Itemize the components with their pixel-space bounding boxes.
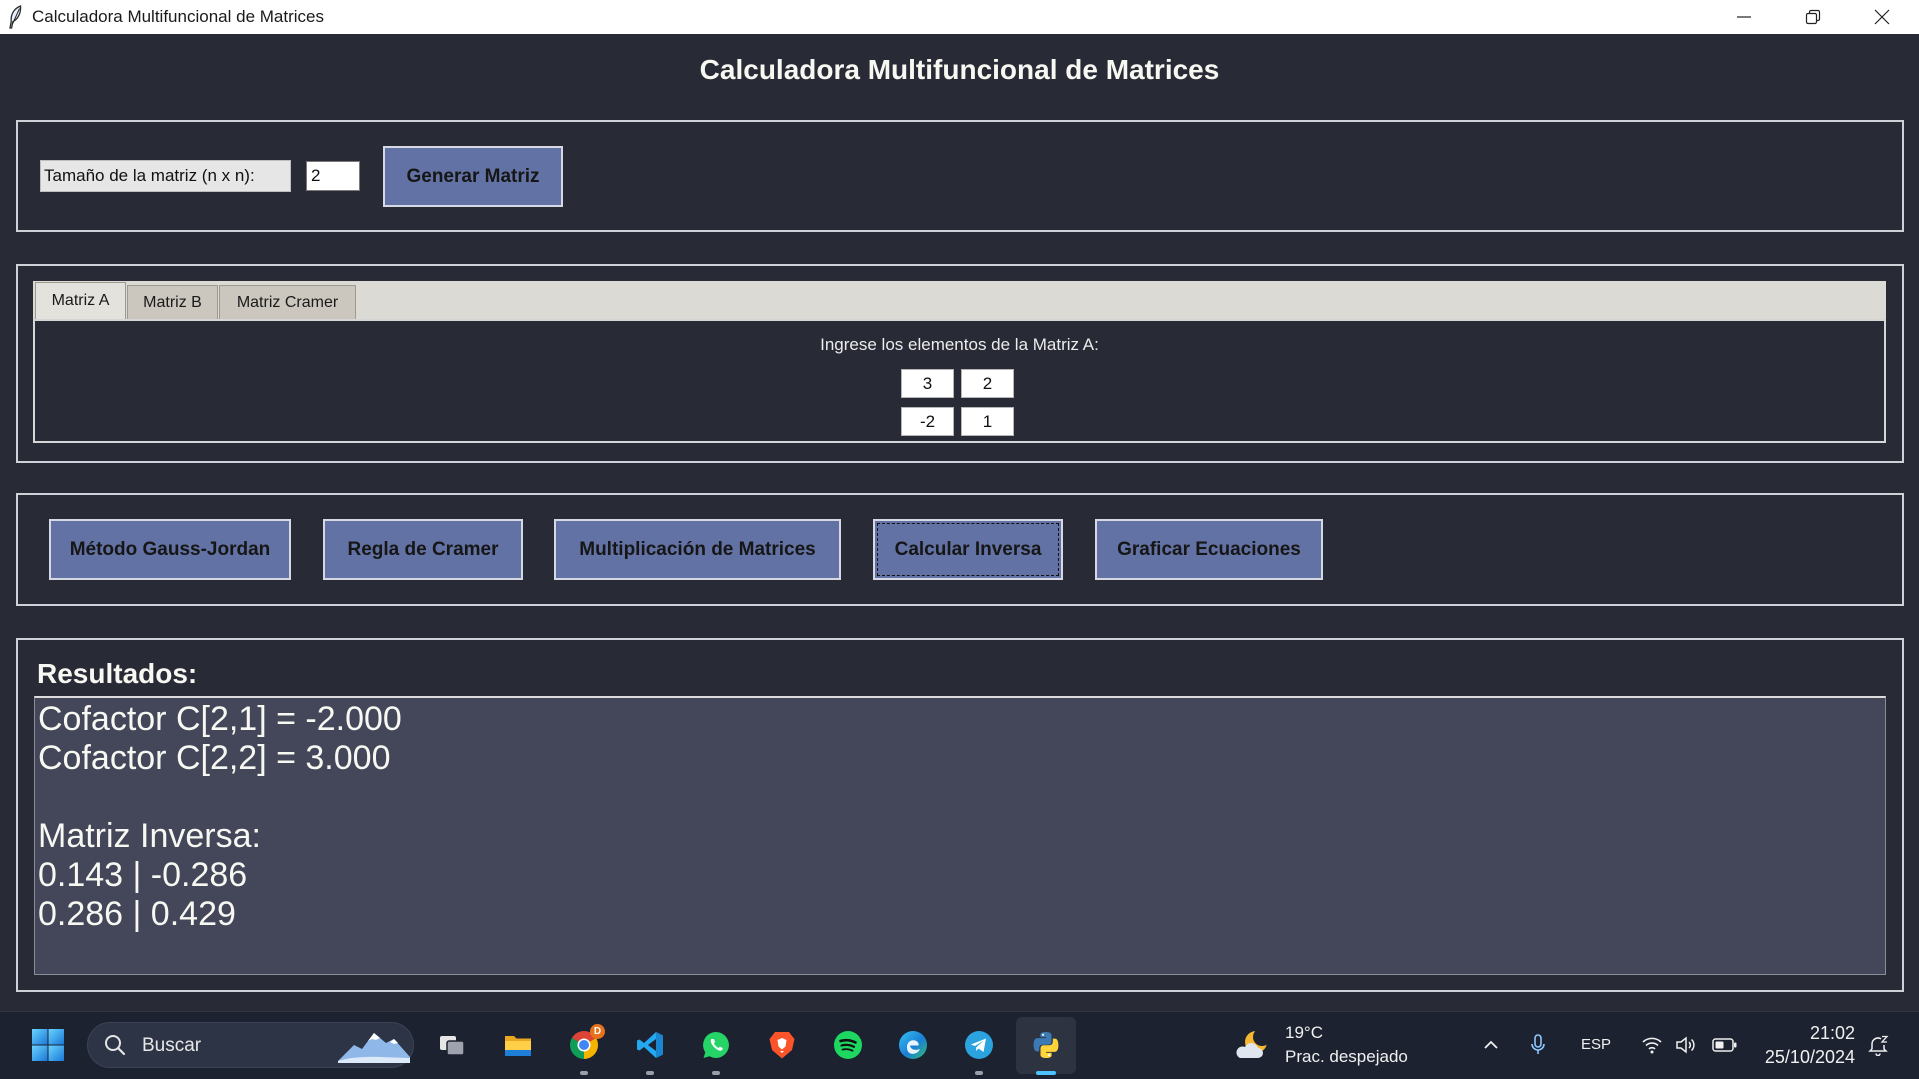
input-language[interactable]: ESP	[1571, 1035, 1621, 1055]
matrix-multiplication-button[interactable]: Multiplicación de Matrices	[554, 519, 841, 580]
telegram-icon	[965, 1031, 993, 1059]
weather-widget[interactable]: 19°C Prac. despejado	[1232, 1018, 1422, 1074]
matrix-cell-2-2[interactable]	[961, 407, 1014, 436]
volume-control[interactable]	[1675, 1035, 1697, 1055]
windows-start-icon	[32, 1029, 64, 1061]
results-line: 0.143 | -0.286	[38, 856, 248, 894]
spotify-button[interactable]	[826, 1023, 870, 1067]
matrix-notebook: Matriz A Matriz B Matriz Cramer Ingrese …	[33, 281, 1886, 443]
running-indicator	[712, 1071, 720, 1075]
file-explorer-icon	[505, 1036, 531, 1056]
matrix-size-frame: Tamaño de la matriz (n x n): Generar Mat…	[16, 120, 1904, 232]
whatsapp-icon	[703, 1032, 729, 1058]
search-highlight-mountain-icon	[338, 1027, 410, 1063]
taskbar: Buscar D 19°C Prac. despejado ESP 21:02 …	[0, 1011, 1919, 1079]
battery-status[interactable]	[1712, 1036, 1738, 1054]
gauss-jordan-button[interactable]: Método Gauss-Jordan	[49, 519, 291, 580]
start-button[interactable]	[31, 1028, 65, 1062]
vscode-button[interactable]	[628, 1023, 672, 1067]
taskbar-search-box[interactable]: Buscar	[87, 1022, 414, 1068]
chrome-profile-badge: D	[590, 1024, 605, 1039]
wifi-icon	[1642, 1037, 1662, 1054]
clock-time: 21:02	[1809, 1023, 1855, 1043]
notifications-button[interactable]	[1867, 1034, 1889, 1057]
window-title: Calculadora Multifuncional de Matrices	[32, 7, 324, 26]
results-line: Cofactor C[2,2] = 3.000	[38, 739, 391, 777]
results-line	[38, 778, 1885, 817]
tab-strip: Matriz A Matriz B Matriz Cramer	[33, 281, 1886, 319]
weather-moon-cloud-icon	[1236, 1027, 1272, 1063]
restore-icon	[1805, 9, 1820, 25]
volume-icon	[1676, 1036, 1695, 1054]
chevron-up-icon	[1484, 1040, 1498, 1049]
microphone-icon	[1531, 1034, 1545, 1054]
tab-matriz-a[interactable]: Matriz A	[35, 282, 126, 319]
edge-icon	[899, 1031, 927, 1059]
generate-matrix-button[interactable]: Generar Matriz	[383, 146, 563, 207]
cramer-rule-button[interactable]: Regla de Cramer	[323, 519, 523, 580]
tab-panel-matriz-a: Ingrese los elementos de la Matriz A:	[33, 319, 1886, 443]
results-frame: Resultados: Cofactor C[2,1] = -2.000 Cof…	[16, 638, 1904, 992]
task-view-icon	[440, 1036, 465, 1056]
results-line: Cofactor C[2,1] = -2.000	[38, 700, 402, 738]
spotify-icon	[834, 1031, 862, 1059]
close-button[interactable]	[1847, 0, 1916, 34]
notification-icon	[1868, 1035, 1889, 1057]
title-bar: Calculadora Multifuncional de Matrices	[0, 0, 1919, 34]
brave-button[interactable]	[760, 1023, 804, 1067]
matrix-input-frame: Matriz A Matriz B Matriz Cramer Ingrese …	[16, 264, 1904, 463]
plot-equations-button[interactable]: Graficar Ecuaciones	[1095, 519, 1323, 580]
python-button[interactable]	[1024, 1023, 1068, 1067]
running-indicator	[646, 1071, 654, 1075]
running-indicator	[975, 1071, 983, 1075]
actions-frame: Método Gauss-Jordan Regla de Cramer Mult…	[16, 493, 1904, 606]
weather-condition: Prac. despejado	[1285, 1047, 1408, 1066]
results-line: Matriz Inversa:	[38, 817, 261, 855]
tab-matriz-cramer[interactable]: Matriz Cramer	[219, 285, 356, 319]
search-placeholder: Buscar	[142, 1035, 202, 1056]
results-label: Resultados:	[37, 658, 198, 689]
matrix-cell-1-1[interactable]	[901, 369, 954, 398]
telegram-button[interactable]	[957, 1023, 1001, 1067]
close-icon	[1874, 9, 1889, 25]
restore-button[interactable]	[1778, 0, 1847, 34]
minimize-button[interactable]	[1709, 0, 1778, 34]
matrix-size-input[interactable]	[306, 161, 360, 191]
tab-matriz-b[interactable]: Matriz B	[127, 285, 218, 319]
matrix-cell-2-1[interactable]	[901, 407, 954, 436]
results-text-area[interactable]: Cofactor C[2,1] = -2.000 Cofactor C[2,2]…	[34, 696, 1886, 975]
active-indicator	[1036, 1071, 1056, 1075]
python-icon	[1033, 1032, 1059, 1058]
task-view-button[interactable]	[430, 1023, 474, 1067]
app-heading: Calculadora Multifuncional de Matrices	[699, 54, 1220, 85]
search-icon	[104, 1034, 126, 1056]
minimize-icon	[1736, 16, 1751, 18]
brave-icon	[769, 1032, 795, 1059]
calculate-inverse-button[interactable]: Calcular Inversa	[873, 519, 1063, 580]
battery-icon	[1712, 1038, 1737, 1052]
show-hidden-icons-button[interactable]	[1481, 1035, 1501, 1055]
edge-button[interactable]	[891, 1023, 935, 1067]
matrix-size-label: Tamaño de la matriz (n x n):	[40, 160, 291, 192]
matrix-prompt: Ingrese los elementos de la Matriz A:	[820, 335, 1099, 354]
matrix-cell-1-2[interactable]	[961, 369, 1014, 398]
weather-temperature: 19°C	[1285, 1023, 1323, 1042]
running-indicator	[580, 1071, 588, 1075]
feather-icon	[8, 5, 22, 29]
microphone-button[interactable]	[1528, 1033, 1548, 1057]
wifi-status[interactable]	[1641, 1035, 1663, 1055]
clock[interactable]: 21:02 25/10/2024	[1750, 1012, 1855, 1079]
file-explorer-button[interactable]	[496, 1023, 540, 1067]
results-line: 0.286 | 0.429	[38, 895, 236, 933]
whatsapp-button[interactable]	[694, 1023, 738, 1067]
clock-date: 25/10/2024	[1764, 1047, 1855, 1067]
vscode-icon	[637, 1032, 663, 1058]
